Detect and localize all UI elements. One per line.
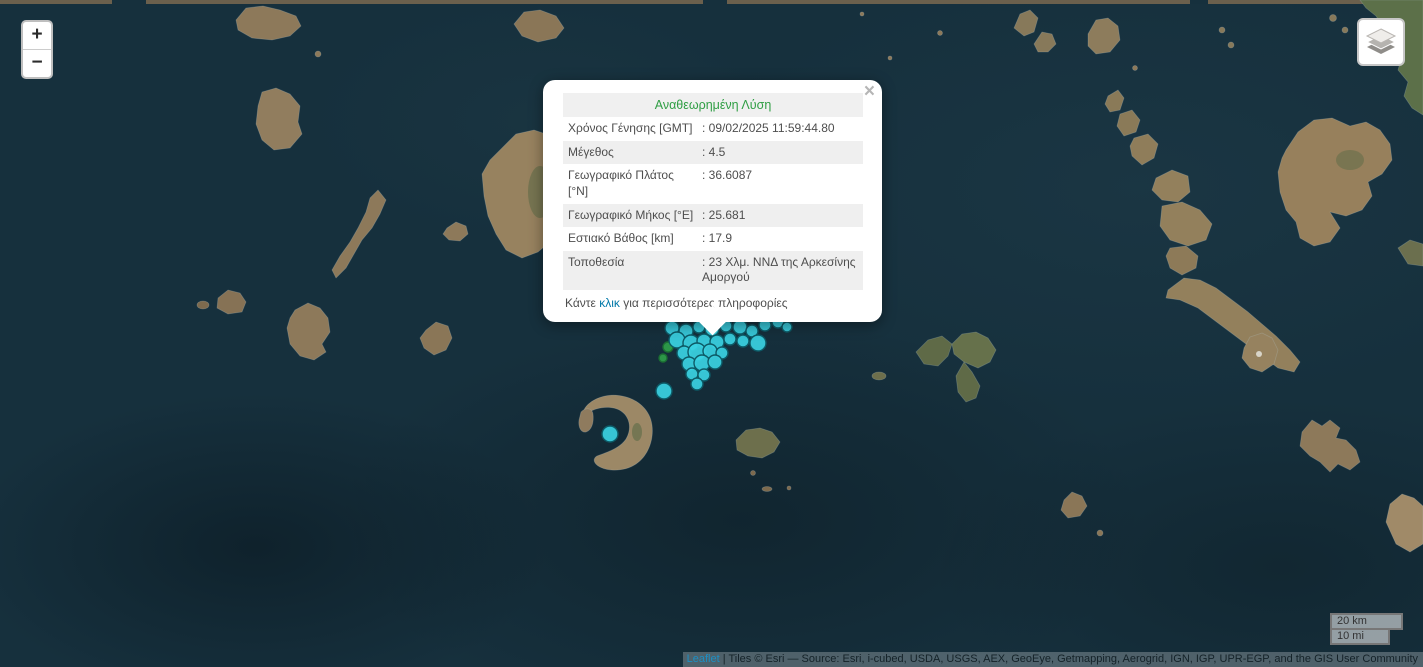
row-label: Μέγεθος bbox=[568, 145, 696, 161]
earthquake-marker[interactable] bbox=[750, 335, 766, 351]
earthquake-marker[interactable] bbox=[659, 354, 667, 362]
table-row: Τοποθεσία : 23 Χλμ. ΝΝΔ της Αρκεσίνης Αμ… bbox=[563, 251, 863, 290]
attribution-text: Tiles © Esri — Source: Esri, i-cubed, US… bbox=[728, 653, 1418, 665]
attribution-bar: Leaflet | Tiles © Esri — Source: Esri, i… bbox=[683, 652, 1423, 667]
popup-title: Αναθεωρημένη Λύση bbox=[563, 93, 863, 117]
earthquake-marker[interactable] bbox=[737, 335, 749, 347]
footer-text: Κάντε bbox=[565, 296, 599, 310]
row-label: Γεωγραφικό Πλάτος [°N] bbox=[568, 168, 696, 199]
scale-control: 20 km 10 mi bbox=[1330, 613, 1403, 645]
earthquake-popup: × Αναθεωρημένη Λύση Χρόνος Γένησης [GMT]… bbox=[543, 80, 882, 322]
row-value: : 23 Χλμ. ΝΝΔ της Αρκεσίνης Αμοργού bbox=[696, 255, 858, 286]
table-row: Μέγεθος : 4.5 bbox=[563, 141, 863, 165]
scale-km: 20 km bbox=[1330, 613, 1403, 630]
popup-content: × Αναθεωρημένη Λύση Χρόνος Γένησης [GMT]… bbox=[543, 80, 882, 322]
row-label: Εστιακό Βάθος [km] bbox=[568, 231, 696, 247]
earthquake-marker[interactable] bbox=[656, 383, 672, 399]
table-row: Εστιακό Βάθος [km] : 17.9 bbox=[563, 227, 863, 251]
row-value: : 25.681 bbox=[696, 208, 858, 224]
earthquake-marker[interactable] bbox=[733, 320, 747, 334]
leaflet-link[interactable]: Leaflet bbox=[687, 653, 720, 665]
more-info-link[interactable]: κλικ bbox=[599, 296, 620, 310]
earthquake-table: Αναθεωρημένη Λύση Χρόνος Γένησης [GMT] :… bbox=[563, 93, 863, 290]
row-value: : 09/02/2025 11:59:44.80 bbox=[696, 121, 858, 137]
zoom-out-button[interactable]: − bbox=[23, 50, 51, 77]
row-label: Γεωγραφικό Μήκος [°E] bbox=[568, 208, 696, 224]
map-container[interactable]: + − × Αναθεωρημένη Λύση Χρόνος Γένησης [… bbox=[0, 0, 1423, 667]
row-label: Τοποθεσία bbox=[568, 255, 696, 286]
row-value: : 4.5 bbox=[696, 145, 858, 161]
earthquake-marker[interactable] bbox=[691, 378, 703, 390]
earthquake-marker[interactable] bbox=[724, 333, 736, 345]
layers-control-button[interactable] bbox=[1357, 18, 1405, 66]
table-row: Γεωγραφικό Μήκος [°E] : 25.681 bbox=[563, 204, 863, 228]
table-row: Χρόνος Γένησης [GMT] : 09/02/2025 11:59:… bbox=[563, 117, 863, 141]
earthquake-marker[interactable] bbox=[602, 426, 618, 442]
scale-mi: 10 mi bbox=[1330, 630, 1390, 645]
row-label: Χρόνος Γένησης [GMT] bbox=[568, 121, 696, 137]
footer-text: για περισσότερες πληροφορίες bbox=[620, 296, 788, 310]
zoom-in-button[interactable]: + bbox=[23, 22, 51, 50]
earthquake-marker[interactable] bbox=[708, 355, 722, 369]
popup-close-button[interactable]: × bbox=[864, 82, 875, 101]
zoom-control: + − bbox=[21, 20, 53, 79]
earthquake-marker[interactable] bbox=[782, 322, 792, 332]
row-value: : 17.9 bbox=[696, 231, 858, 247]
table-row: Γεωγραφικό Πλάτος [°N] : 36.6087 bbox=[563, 164, 863, 203]
layers-icon bbox=[1364, 26, 1398, 58]
row-value: : 36.6087 bbox=[696, 168, 858, 199]
